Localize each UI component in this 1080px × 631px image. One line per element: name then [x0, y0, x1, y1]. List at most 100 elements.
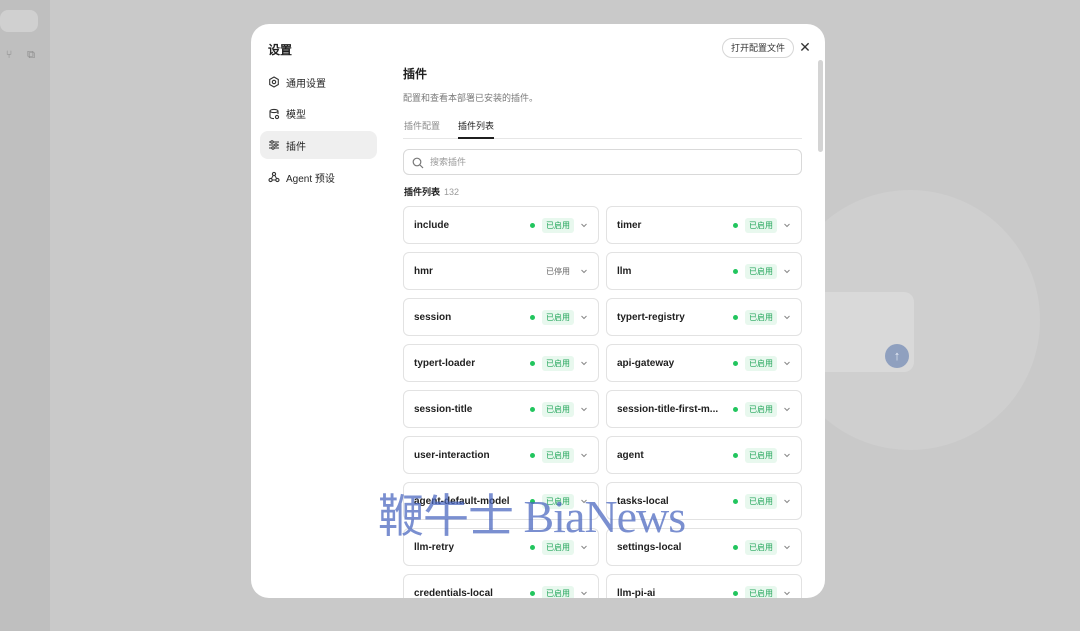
status-badge: 已启用	[542, 355, 574, 371]
status-badge: 已启用	[745, 585, 777, 598]
status-badge: 已启用	[745, 355, 777, 371]
nav-item-plugins[interactable]: 插件	[260, 131, 377, 160]
status-dot	[733, 222, 738, 228]
chevron-down-icon[interactable]	[580, 543, 588, 551]
plugin-name: credentials-local	[414, 587, 493, 599]
plugin-card[interactable]: llm-pi-ai 已启用	[606, 574, 802, 598]
nav-item-agent-presets[interactable]: Agent 预设	[260, 163, 377, 191]
plugin-name: settings-local	[617, 541, 682, 553]
database-icon	[268, 108, 280, 120]
chevron-down-icon[interactable]	[783, 405, 791, 413]
status-badge: 已启用	[542, 585, 574, 598]
plugin-name: agent-default-model	[414, 495, 510, 507]
search-box[interactable]	[403, 149, 802, 175]
status-badge: 已启用	[542, 447, 574, 463]
plugin-name: session	[414, 311, 452, 323]
status-dot	[733, 360, 738, 366]
plugin-card[interactable]: tasks-local 已启用	[606, 482, 802, 520]
plugin-card[interactable]: typert-loader 已启用	[403, 344, 599, 382]
chevron-down-icon[interactable]	[783, 267, 791, 275]
chevron-down-icon[interactable]	[580, 313, 588, 321]
plugin-name: llm-pi-ai	[617, 587, 656, 599]
chevron-down-icon[interactable]	[783, 497, 791, 505]
chevron-down-icon[interactable]	[783, 451, 791, 459]
plugin-name: api-gateway	[617, 357, 675, 369]
chevron-down-icon[interactable]	[783, 543, 791, 551]
plugin-card[interactable]: session-title 已启用	[403, 390, 599, 428]
nav-item-label: 通用设置	[286, 78, 326, 90]
chevron-down-icon[interactable]	[783, 313, 791, 321]
chevron-down-icon[interactable]	[580, 221, 588, 229]
plugin-card[interactable]: hmr 已停用	[403, 252, 599, 290]
branch-icon: ⑂	[5, 49, 13, 61]
plugin-grid: include 已启用 timer 已启用 hmr 已停用 llm 已启用 session 已启用…	[403, 206, 802, 598]
status-dot	[530, 406, 535, 412]
plugin-card[interactable]: agent-default-model 已启用	[403, 482, 599, 520]
status-dot	[733, 406, 738, 412]
status-badge: 已启用	[542, 493, 574, 509]
plugin-name: tasks-local	[617, 495, 669, 507]
status-dot	[530, 314, 535, 320]
nav-item-models[interactable]: 模型	[260, 100, 377, 128]
status-badge: 已启用	[542, 401, 574, 417]
plugin-card[interactable]: api-gateway 已启用	[606, 344, 802, 382]
plugin-card[interactable]: llm-retry 已启用	[403, 528, 599, 566]
modal-title: 设置	[268, 43, 293, 57]
tab-plugin-config[interactable]: 插件配置	[404, 119, 440, 139]
chevron-down-icon[interactable]	[580, 267, 588, 275]
tab-plugin-list[interactable]: 插件列表	[458, 119, 495, 139]
nav-item-general[interactable]: 通用设置	[260, 68, 377, 96]
chevron-down-icon[interactable]	[783, 359, 791, 367]
chevron-down-icon[interactable]	[580, 405, 588, 413]
search-icon	[412, 156, 424, 169]
chevron-down-icon[interactable]	[783, 221, 791, 229]
plugin-name: include	[414, 219, 450, 231]
chevron-down-icon[interactable]	[580, 589, 588, 597]
section-title: 插件	[403, 67, 428, 81]
gear-icon	[268, 76, 280, 88]
status-badge: 已启用	[745, 309, 777, 325]
search-input[interactable]	[430, 157, 780, 167]
chevron-down-icon[interactable]	[580, 497, 588, 505]
plugin-card[interactable]: agent 已启用	[606, 436, 802, 474]
tab-bar: 插件配置 插件列表	[403, 115, 802, 139]
status-badge: 已启用	[745, 539, 777, 555]
status-badge: 已停用	[546, 266, 570, 276]
plugin-card[interactable]: credentials-local 已启用	[403, 574, 599, 598]
nav-item-label: Agent 预设	[286, 173, 335, 185]
plugin-list-title: 插件列表	[404, 187, 441, 197]
status-dot	[733, 590, 738, 596]
plugin-name: user-interaction	[414, 449, 490, 461]
plugin-name: session-title	[414, 403, 473, 415]
nav-item-label: 模型	[286, 110, 306, 122]
send-icon: ↑	[885, 344, 909, 368]
status-dot	[733, 452, 738, 458]
scrollbar[interactable]	[818, 60, 823, 152]
status-badge: 已启用	[542, 309, 574, 325]
plugin-card[interactable]: settings-local 已启用	[606, 528, 802, 566]
plugin-card[interactable]: user-interaction 已启用	[403, 436, 599, 474]
status-dot	[530, 590, 535, 596]
status-dot	[530, 360, 535, 366]
plugin-card[interactable]: typert-registry 已启用	[606, 298, 802, 336]
plugin-card[interactable]: session-title-first-m... 已启用	[606, 390, 802, 428]
plugin-name: llm-retry	[414, 541, 455, 553]
chevron-down-icon[interactable]	[580, 359, 588, 367]
status-badge: 已启用	[745, 401, 777, 417]
plugin-name: hmr	[414, 265, 433, 277]
chevron-down-icon[interactable]	[783, 589, 791, 597]
plugin-count: 132	[444, 187, 460, 197]
chevron-down-icon[interactable]	[580, 451, 588, 459]
plugin-card[interactable]: include 已启用	[403, 206, 599, 244]
section-description: 配置和查看本部署已安装的插件。	[403, 93, 539, 103]
status-dot	[733, 268, 738, 274]
plugin-card[interactable]: timer 已启用	[606, 206, 802, 244]
settings-nav: 通用设置 模型 插件 Agent 预设	[260, 68, 377, 195]
status-dot	[733, 544, 738, 550]
status-dot	[530, 544, 535, 550]
plugin-card[interactable]: session 已启用	[403, 298, 599, 336]
status-dot	[733, 498, 738, 504]
plugin-card[interactable]: llm 已启用	[606, 252, 802, 290]
background-sidebar: ⑂ ⧉	[0, 0, 50, 631]
status-dot	[530, 452, 535, 458]
